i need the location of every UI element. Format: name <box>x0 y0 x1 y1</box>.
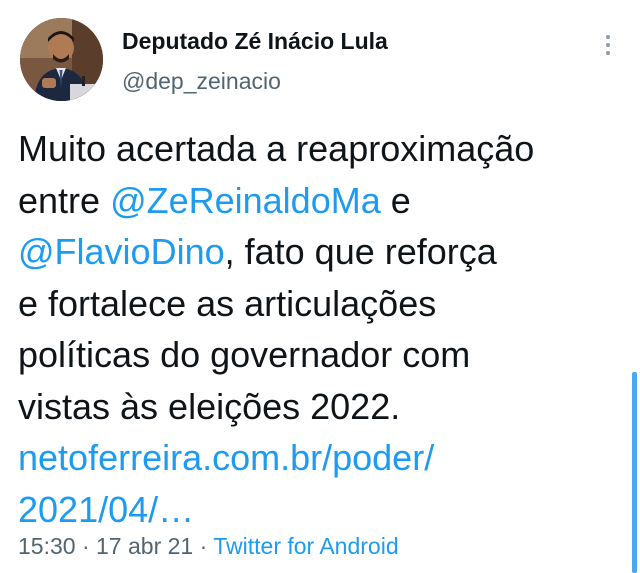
mention-link[interactable]: @FlavioDino <box>18 231 225 272</box>
tweet-date[interactable]: 17 abr 21 <box>96 533 193 559</box>
url-link[interactable]: netoferreira.com.br/poder/ <box>18 432 618 484</box>
tweet-meta: 15:30 · 17 abr 21 · Twitter for Android <box>18 533 399 560</box>
avatar-photo-icon <box>20 18 103 101</box>
tweet-text-segment: e <box>380 179 411 221</box>
more-vertical-icon <box>606 43 610 47</box>
author-handle[interactable]: @dep_zeinacio <box>122 68 281 95</box>
tweet-text: Muito acertada a reaproximação entre @Ze… <box>18 123 618 535</box>
more-vertical-icon <box>606 51 610 55</box>
mention-link[interactable]: @ZeReinaldoMa <box>110 180 381 221</box>
author-display-name[interactable]: Deputado Zé Inácio Lula <box>122 28 388 55</box>
tweet-source-link[interactable]: Twitter for Android <box>213 533 398 559</box>
meta-separator: · <box>75 533 97 559</box>
tweet-line: políticas do governador com <box>18 334 471 375</box>
tweet-line: vistas às eleições 2022. <box>18 385 401 427</box>
tweet-line: entre @ZeReinaldoMa e <box>18 175 618 227</box>
url-link[interactable]: 2021/04/… <box>18 484 618 536</box>
author-avatar[interactable] <box>20 18 103 101</box>
tweet-text-segment: entre <box>18 179 111 221</box>
more-vertical-icon <box>606 35 610 39</box>
scrollbar[interactable] <box>632 372 637 573</box>
tweet-text-segment: , fato que reforça <box>224 231 497 272</box>
tweet-line: e fortalece as articulações <box>18 282 437 324</box>
meta-separator: · <box>193 533 214 559</box>
tweet-card: Deputado Zé Inácio Lula @dep_zeinacio Mu… <box>0 0 640 573</box>
tweet-time[interactable]: 15:30 <box>18 533 76 559</box>
more-options-button[interactable] <box>598 32 618 58</box>
tweet-line: Muito acertada a reaproximação <box>18 128 535 169</box>
tweet-line: @FlavioDino, fato que reforça <box>18 226 618 278</box>
